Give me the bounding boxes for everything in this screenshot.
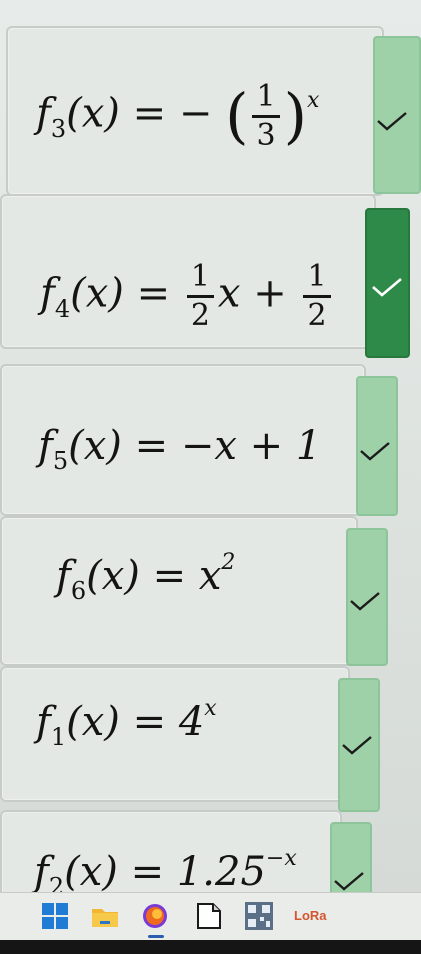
- fraction-one-half-b: 12: [303, 262, 331, 331]
- qr-app-icon[interactable]: [244, 901, 274, 931]
- equation-f2: f2(x) = 1.25−x: [34, 846, 297, 893]
- check-icon: [377, 112, 407, 131]
- screen-bezel: [0, 940, 421, 954]
- screen: f3(x) = − (1 3)x f4(x) = 12x + 12 f5(x) =…: [0, 0, 421, 892]
- fraction-one-third: 13: [252, 82, 280, 151]
- right-paren-icon: ): [283, 81, 307, 152]
- active-app-indicator: [148, 935, 164, 938]
- check-icon: [334, 872, 364, 891]
- firefox-icon[interactable]: [140, 901, 170, 931]
- equation-f3: f3(x) = − (1 3)x: [36, 79, 320, 153]
- file-explorer-icon[interactable]: [90, 901, 120, 931]
- windows-start-icon[interactable]: [40, 901, 70, 931]
- equation-f6: f6(x) = x2: [56, 550, 236, 605]
- check-icon: [350, 592, 380, 611]
- equation-f1: f1(x) = 4x: [36, 696, 217, 751]
- equation-f4: f4(x) = 12x + 12: [40, 262, 335, 331]
- check-icon: [372, 278, 402, 297]
- notes-icon[interactable]: [194, 901, 224, 931]
- taskbar: LoRa: [0, 892, 421, 941]
- left-paren-icon: (: [225, 81, 249, 152]
- check-icon: [360, 442, 390, 461]
- equation-f5: f5(x) = −x + 1: [38, 423, 322, 475]
- fraction-one-half-a: 12: [186, 262, 214, 331]
- check-icon: [342, 736, 372, 755]
- lora-app-label[interactable]: LoRa: [294, 908, 327, 923]
